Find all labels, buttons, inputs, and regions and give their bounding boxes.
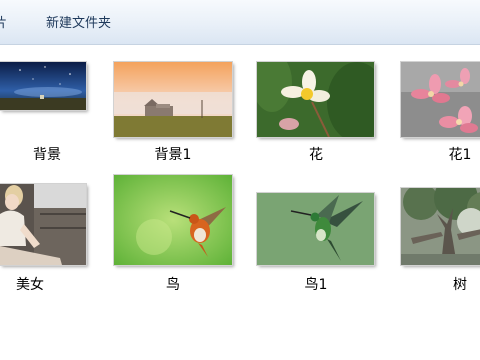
pink-plumeria-image bbox=[401, 62, 480, 137]
file-name-label: 美女 bbox=[16, 277, 44, 293]
rufous-hummingbird-image bbox=[114, 175, 232, 265]
file-name-label: 背景1 bbox=[154, 147, 192, 163]
file-name-label: 花 bbox=[309, 147, 323, 163]
command-bar: 片 新建文件夹 bbox=[0, 0, 480, 45]
file-name-label: 背景 bbox=[33, 147, 61, 163]
file-name-label: 树 bbox=[453, 277, 467, 293]
green-hummingbird-image bbox=[257, 193, 374, 265]
tree-canopy-image bbox=[401, 188, 480, 265]
file-name-label: 花1 bbox=[448, 147, 472, 163]
night-sky-landscape-image bbox=[0, 62, 86, 110]
plumeria-flower-image bbox=[257, 62, 374, 137]
toolbar-partial-button[interactable]: 片 bbox=[0, 0, 7, 44]
file-name-label: 鸟1 bbox=[304, 277, 328, 293]
sunrise-farmhouse-image bbox=[114, 62, 232, 137]
new-folder-button[interactable]: 新建文件夹 bbox=[46, 0, 111, 44]
file-name-label: 鸟 bbox=[166, 277, 180, 293]
file-view: 背景 背景1 花 花1 美女 鸟 鸟1 树 bbox=[0, 45, 480, 360]
woman-portrait-image bbox=[0, 184, 86, 265]
